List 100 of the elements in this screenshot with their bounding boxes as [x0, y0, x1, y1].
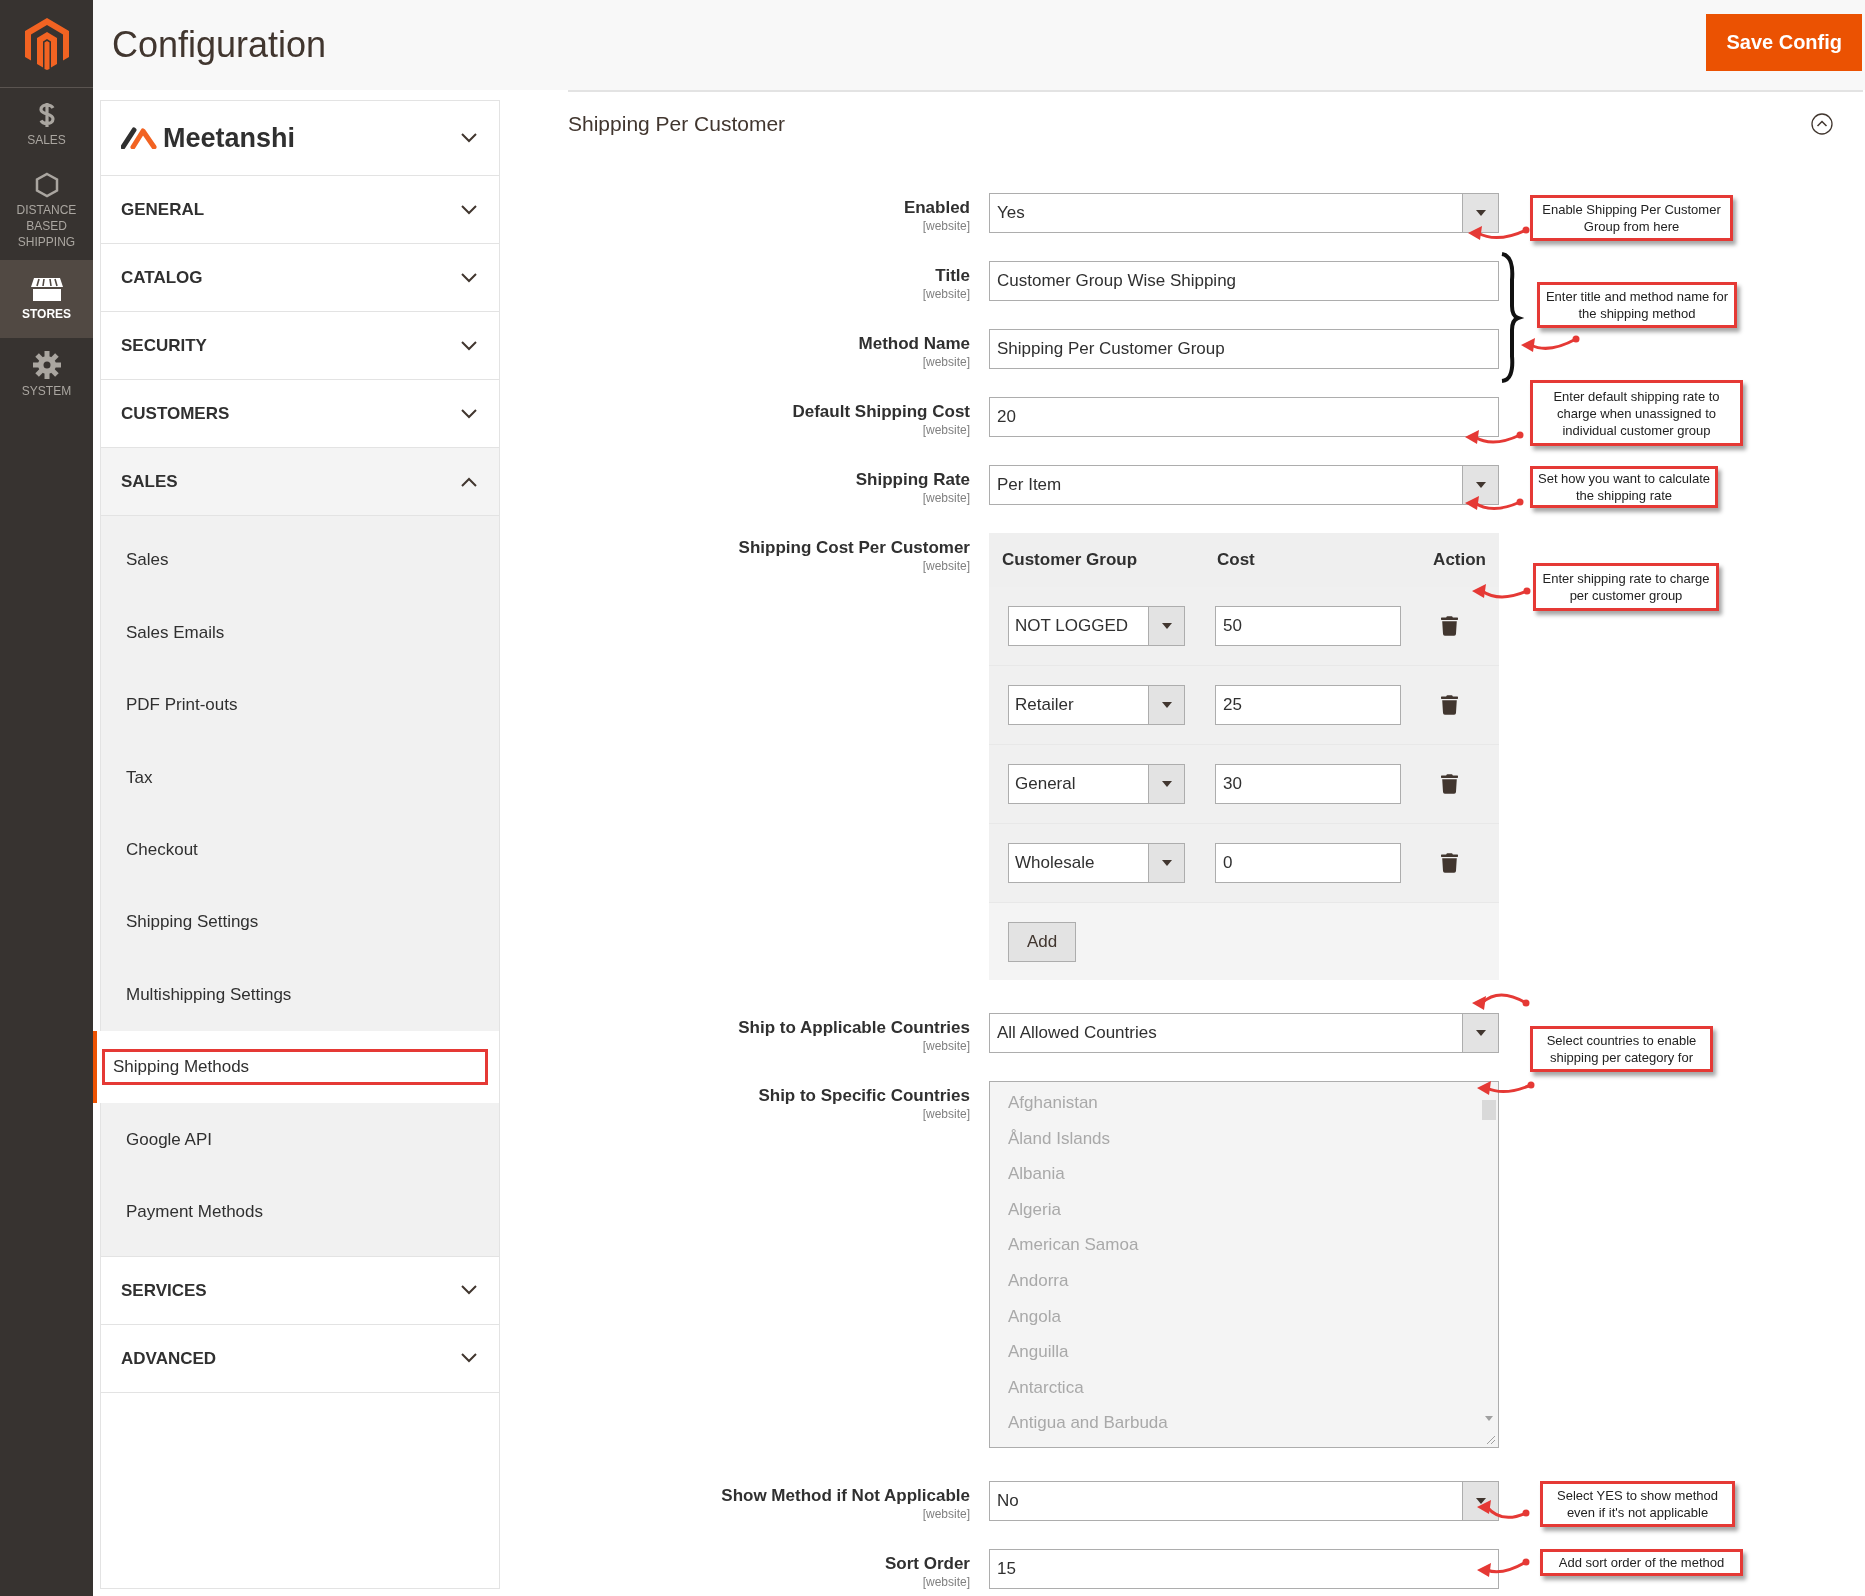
scope-label: [website]: [922, 1107, 970, 1121]
select-field[interactable]: Yes: [989, 193, 1499, 233]
select-field[interactable]: Retailer: [1008, 685, 1185, 725]
scroll-down-icon: [1485, 1416, 1493, 1421]
add-button[interactable]: Add: [1008, 921, 1077, 962]
sidebar-link[interactable]: Sales Emails: [126, 619, 225, 646]
text-field[interactable]: 25: [1215, 685, 1401, 725]
scope-label: [website]: [922, 1507, 970, 1521]
select-field[interactable]: Per Item: [989, 465, 1499, 505]
rail-item[interactable]: SYSTEM: [0, 338, 93, 412]
resize-grip-icon: [1486, 1435, 1496, 1445]
rail-item[interactable]: DISTANCE BASED SHIPPING: [0, 162, 93, 260]
chevron-down-icon: [461, 133, 477, 143]
column-header: Customer Group: [1002, 549, 1139, 572]
field-label: Ship to Specific Countries: [758, 1085, 970, 1107]
chevron-down-icon: [461, 408, 477, 419]
select-field[interactable]: NOT LOGGED: [1008, 606, 1185, 646]
sidebar-link[interactable]: Checkout: [126, 837, 198, 863]
caret-icon: [1475, 482, 1486, 488]
caret-icon: [1475, 210, 1486, 216]
rail-item[interactable]: SALES: [0, 88, 93, 162]
column-header: Cost: [1217, 549, 1256, 572]
delete-button[interactable]: [1439, 772, 1460, 796]
text-field[interactable]: 20: [989, 397, 1499, 437]
sidebar-link[interactable]: Google API: [126, 1126, 212, 1153]
arrow: [1465, 496, 1524, 510]
chevron-down-icon: [461, 340, 477, 351]
dropdown-toggle[interactable]: [1462, 1014, 1498, 1052]
hexagon-icon: [34, 172, 59, 198]
sidebar-link[interactable]: Tax: [126, 764, 153, 791]
delete-button[interactable]: [1439, 614, 1460, 638]
select-field[interactable]: Wholesale: [1008, 843, 1185, 883]
arrow: [1472, 584, 1531, 599]
field-label: Ship to Applicable Countries: [738, 1017, 970, 1039]
select-field[interactable]: General: [1008, 764, 1185, 804]
scope-label: [website]: [922, 1039, 970, 1053]
callout-note: Select YES to show method even if it's not applicable: [1540, 1481, 1735, 1527]
field-label: Shipping Cost Per Customer: [738, 537, 970, 559]
column-header: Action: [1433, 549, 1486, 572]
arrow: [1477, 1500, 1530, 1519]
arrow: [1477, 1558, 1530, 1577]
field-label: Shipping Rate: [855, 469, 970, 491]
dropdown-toggle[interactable]: [1148, 765, 1184, 803]
caret-icon: [1475, 1030, 1486, 1036]
caret-icon: [1161, 781, 1172, 787]
scope-label: [website]: [922, 491, 970, 505]
arrow: [1465, 430, 1524, 444]
dropdown-toggle[interactable]: [1148, 607, 1184, 645]
dropdown-toggle[interactable]: [1148, 686, 1184, 724]
trash-icon: [1441, 774, 1458, 794]
arrow: [1472, 993, 1530, 1010]
arrow: [1468, 226, 1530, 240]
sidebar-link[interactable]: PDF Print-outs: [126, 692, 238, 718]
sidebar-link[interactable]: Multishipping Settings: [126, 981, 292, 1008]
sidebar-link[interactable]: Shipping Settings: [126, 909, 259, 935]
text-field[interactable]: 0: [1215, 843, 1401, 883]
trash-icon: [1441, 695, 1458, 715]
chevron-down-icon: [461, 1285, 477, 1296]
trash-icon: [1441, 853, 1458, 873]
callout-note: Enter default shipping rate to charge when unassigned to individual customer group: [1530, 380, 1743, 446]
text-field[interactable]: Shipping Per Customer Group: [989, 329, 1499, 369]
text-field[interactable]: 30: [1215, 764, 1401, 804]
dropdown-toggle[interactable]: [1462, 466, 1498, 504]
delete-button[interactable]: [1439, 693, 1460, 717]
collapse-icon[interactable]: [1811, 113, 1833, 135]
chevron-down-icon: [461, 204, 477, 215]
text-field[interactable]: 15: [989, 1549, 1499, 1589]
callout-note: Set how you want to calculate the shipping rate: [1530, 466, 1718, 508]
caret-icon: [1161, 860, 1172, 866]
scope-label: [website]: [922, 1575, 970, 1589]
page-title: Configuration: [112, 23, 327, 67]
dollar-icon: [37, 102, 56, 128]
sidebar-section[interactable]: SALES: [101, 448, 499, 515]
text-field[interactable]: Customer Group Wise Shipping: [989, 261, 1499, 301]
caret-icon: [1161, 623, 1172, 629]
select-field[interactable]: All Allowed Countries: [989, 1013, 1499, 1053]
trash-icon: [1441, 616, 1458, 636]
dropdown-toggle[interactable]: [1148, 844, 1184, 882]
scope-label: [website]: [922, 423, 970, 437]
delete-button[interactable]: [1439, 851, 1460, 875]
sidebar-link[interactable]: Sales: [126, 547, 169, 573]
callout-note: Add sort order of the method: [1540, 1549, 1743, 1576]
scope-label: [website]: [922, 355, 970, 369]
dropdown-toggle[interactable]: [1462, 194, 1498, 232]
chevron-up-icon: [461, 476, 477, 487]
chevron-down-icon: [461, 1353, 477, 1364]
callout-note: Select countries to enable shipping per category for: [1530, 1026, 1713, 1072]
field-label: Default Shipping Cost: [792, 401, 970, 423]
save-config-button[interactable]: Save Config: [1706, 13, 1862, 71]
sidebar-link[interactable]: Shipping Methods: [102, 1049, 488, 1085]
rail-item[interactable]: STORES: [0, 260, 93, 338]
brand-name: Meetanshi: [163, 121, 296, 155]
dropdown-toggle[interactable]: [1462, 1482, 1498, 1520]
brand-logo-icon: [121, 127, 157, 149]
store-icon: [30, 276, 63, 302]
field-label: Title: [935, 265, 970, 287]
select-field[interactable]: No: [989, 1481, 1499, 1521]
field-label: Method Name: [858, 333, 970, 355]
sidebar-link[interactable]: Payment Methods: [126, 1198, 263, 1225]
text-field[interactable]: 50: [1215, 606, 1401, 646]
